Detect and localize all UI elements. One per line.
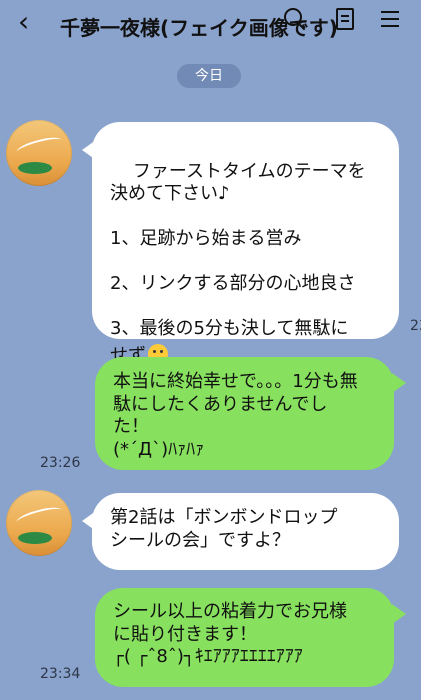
timestamp: 23:34 <box>40 666 81 682</box>
incoming-message-bubble: 第2話は「ボンボンドロップ シールの会」ですよ？ <box>82 493 399 570</box>
outgoing-message-bubble: 本当に終始幸せで。。。1分も無 駄にしたくありませんでし た！ (*´Д`)ﾊｧ… <box>95 357 406 470</box>
chat-title: 千夢一夜様(フェイク画像です) <box>60 16 338 40</box>
menu-icon[interactable] <box>381 11 399 27</box>
timestamp: 23: <box>410 318 421 334</box>
message-text: ファーストタイムのテーマを 決めて下さい♪ 1、足跡から始まる営み 2、リンクす… <box>110 160 366 366</box>
note-icon[interactable] <box>336 8 354 30</box>
chat-header: ‹ 千夢一夜様(フェイク画像です) <box>0 0 421 52</box>
outgoing-message-bubble: シール以上の粘着力でお兄様 に貼り付きます！ ┌( ┌ˆ8ˆ)┐ｷｴｱｱｱｴｴｴ… <box>95 588 406 687</box>
avatar[interactable] <box>6 120 72 186</box>
message-text: シール以上の粘着力でお兄様 に貼り付きます！ ┌( ┌ˆ8ˆ)┐ｷｴｱｱｱｴｴｴ… <box>113 601 347 667</box>
chevron-left-icon[interactable]: ‹ <box>18 8 29 36</box>
message-text: 本当に終始幸せで。。。1分も無 駄にしたくありませんでし た！ (*´Д`)ﾊｧ… <box>113 371 358 460</box>
incoming-message-bubble: ファーストタイムのテーマを 決めて下さい♪ 1、足跡から始まる営み 2、リンクす… <box>82 122 399 366</box>
search-icon[interactable] <box>284 8 302 26</box>
message-text: 第2話は「ボンボンドロップ シールの会」ですよ？ <box>110 507 338 551</box>
date-divider: 今日 <box>177 64 241 88</box>
timestamp: 23:26 <box>40 455 81 471</box>
avatar[interactable] <box>6 490 72 556</box>
